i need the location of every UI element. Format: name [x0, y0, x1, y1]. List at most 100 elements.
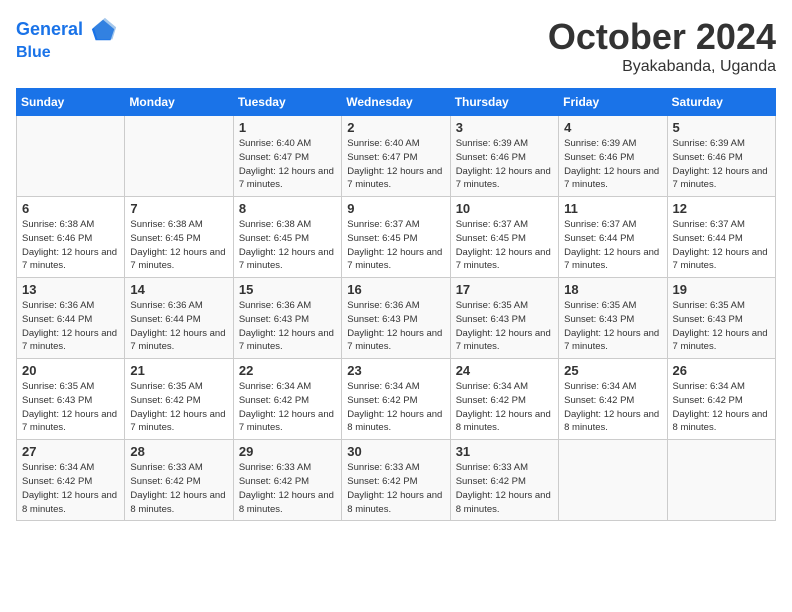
day-info: Sunrise: 6:40 AM Sunset: 6:47 PM Dayligh…: [239, 137, 336, 192]
day-info: Sunrise: 6:36 AM Sunset: 6:44 PM Dayligh…: [130, 299, 227, 354]
calendar-cell: 21 Sunrise: 6:35 AM Sunset: 6:42 PM Dayli…: [125, 359, 233, 440]
day-number: 14: [130, 282, 227, 297]
day-number: 15: [239, 282, 336, 297]
day-number: 28: [130, 444, 227, 459]
day-number: 11: [564, 201, 661, 216]
calendar-cell: 27 Sunrise: 6:34 AM Sunset: 6:42 PM Dayli…: [17, 440, 125, 521]
day-info: Sunrise: 6:35 AM Sunset: 6:43 PM Dayligh…: [456, 299, 553, 354]
day-number: 17: [456, 282, 553, 297]
day-number: 31: [456, 444, 553, 459]
day-number: 8: [239, 201, 336, 216]
day-number: 25: [564, 363, 661, 378]
calendar-cell: 3Sunrise: 6:39 AM Sunset: 6:46 PM Daylig…: [450, 116, 558, 197]
day-number: 21: [130, 363, 227, 378]
day-info: Sunrise: 6:37 AM Sunset: 6:44 PM Dayligh…: [673, 218, 770, 273]
calendar-cell: 23 Sunrise: 6:34 AM Sunset: 6:42 PM Dayli…: [342, 359, 450, 440]
day-info: Sunrise: 6:38 AM Sunset: 6:46 PM Dayligh…: [22, 218, 119, 273]
day-info: Sunrise: 6:33 AM Sunset: 6:42 PM Dayligh…: [130, 461, 227, 516]
location: Byakabanda, Uganda: [548, 58, 776, 76]
calendar-cell: 24 Sunrise: 6:34 AM Sunset: 6:42 PM Dayli…: [450, 359, 558, 440]
day-info: Sunrise: 6:33 AM Sunset: 6:42 PM Dayligh…: [239, 461, 336, 516]
day-number: 1: [239, 120, 336, 135]
calendar-cell: 5Sunrise: 6:39 AM Sunset: 6:46 PM Daylig…: [667, 116, 775, 197]
day-number: 4: [564, 120, 661, 135]
day-info: Sunrise: 6:39 AM Sunset: 6:46 PM Dayligh…: [673, 137, 770, 192]
col-header-wednesday: Wednesday: [342, 89, 450, 116]
col-header-saturday: Saturday: [667, 89, 775, 116]
day-info: Sunrise: 6:37 AM Sunset: 6:44 PM Dayligh…: [564, 218, 661, 273]
calendar-cell: 25 Sunrise: 6:34 AM Sunset: 6:42 PM Dayli…: [559, 359, 667, 440]
calendar-cell: 9Sunrise: 6:37 AM Sunset: 6:45 PM Daylig…: [342, 197, 450, 278]
col-header-sunday: Sunday: [17, 89, 125, 116]
calendar-cell: 10Sunrise: 6:37 AM Sunset: 6:45 PM Dayli…: [450, 197, 558, 278]
day-info: Sunrise: 6:39 AM Sunset: 6:46 PM Dayligh…: [456, 137, 553, 192]
calendar-cell: 12 Sunrise: 6:37 AM Sunset: 6:44 PM Dayli…: [667, 197, 775, 278]
title-block: October 2024 Byakabanda, Uganda: [548, 16, 776, 76]
calendar-cell: 18 Sunrise: 6:35 AM Sunset: 6:43 PM Dayli…: [559, 278, 667, 359]
logo-text2: Blue: [16, 44, 118, 62]
calendar-cell: 30Sunrise: 6:33 AM Sunset: 6:42 PM Dayli…: [342, 440, 450, 521]
col-header-tuesday: Tuesday: [233, 89, 341, 116]
week-row-1: 1 Sunrise: 6:40 AM Sunset: 6:47 PM Daylig…: [17, 116, 776, 197]
calendar-cell: 17 Sunrise: 6:35 AM Sunset: 6:43 PM Dayli…: [450, 278, 558, 359]
calendar-cell: 13Sunrise: 6:36 AM Sunset: 6:44 PM Dayli…: [17, 278, 125, 359]
calendar-cell: 7 Sunrise: 6:38 AM Sunset: 6:45 PM Daylig…: [125, 197, 233, 278]
day-info: Sunrise: 6:34 AM Sunset: 6:42 PM Dayligh…: [564, 380, 661, 435]
day-number: 2: [347, 120, 444, 135]
logo-text: General: [16, 16, 118, 44]
col-header-monday: Monday: [125, 89, 233, 116]
calendar-cell: 29 Sunrise: 6:33 AM Sunset: 6:42 PM Dayli…: [233, 440, 341, 521]
week-row-5: 27 Sunrise: 6:34 AM Sunset: 6:42 PM Dayli…: [17, 440, 776, 521]
day-info: Sunrise: 6:36 AM Sunset: 6:43 PM Dayligh…: [239, 299, 336, 354]
day-number: 27: [22, 444, 119, 459]
day-info: Sunrise: 6:37 AM Sunset: 6:45 PM Dayligh…: [456, 218, 553, 273]
calendar-cell: 15 Sunrise: 6:36 AM Sunset: 6:43 PM Dayli…: [233, 278, 341, 359]
col-header-thursday: Thursday: [450, 89, 558, 116]
calendar-cell: 2 Sunrise: 6:40 AM Sunset: 6:47 PM Daylig…: [342, 116, 450, 197]
day-info: Sunrise: 6:33 AM Sunset: 6:42 PM Dayligh…: [347, 461, 444, 516]
day-number: 22: [239, 363, 336, 378]
day-number: 19: [673, 282, 770, 297]
calendar-table: SundayMondayTuesdayWednesdayThursdayFrid…: [16, 88, 776, 521]
calendar-cell: 31Sunrise: 6:33 AM Sunset: 6:42 PM Dayli…: [450, 440, 558, 521]
day-info: Sunrise: 6:38 AM Sunset: 6:45 PM Dayligh…: [239, 218, 336, 273]
day-info: Sunrise: 6:34 AM Sunset: 6:42 PM Dayligh…: [347, 380, 444, 435]
day-info: Sunrise: 6:35 AM Sunset: 6:43 PM Dayligh…: [564, 299, 661, 354]
calendar-cell: 14 Sunrise: 6:36 AM Sunset: 6:44 PM Dayli…: [125, 278, 233, 359]
calendar-body: 1 Sunrise: 6:40 AM Sunset: 6:47 PM Daylig…: [17, 116, 776, 521]
calendar-cell: [667, 440, 775, 521]
col-header-friday: Friday: [559, 89, 667, 116]
day-number: 12: [673, 201, 770, 216]
day-info: Sunrise: 6:34 AM Sunset: 6:42 PM Dayligh…: [239, 380, 336, 435]
day-number: 24: [456, 363, 553, 378]
day-info: Sunrise: 6:34 AM Sunset: 6:42 PM Dayligh…: [22, 461, 119, 516]
day-info: Sunrise: 6:35 AM Sunset: 6:43 PM Dayligh…: [673, 299, 770, 354]
calendar-cell: 26Sunrise: 6:34 AM Sunset: 6:42 PM Dayli…: [667, 359, 775, 440]
day-number: 18: [564, 282, 661, 297]
page-header: General Blue October 2024 Byakabanda, Ug…: [16, 16, 776, 76]
day-info: Sunrise: 6:36 AM Sunset: 6:44 PM Dayligh…: [22, 299, 119, 354]
day-info: Sunrise: 6:39 AM Sunset: 6:46 PM Dayligh…: [564, 137, 661, 192]
day-number: 7: [130, 201, 227, 216]
day-number: 9: [347, 201, 444, 216]
calendar-cell: [17, 116, 125, 197]
day-info: Sunrise: 6:35 AM Sunset: 6:43 PM Dayligh…: [22, 380, 119, 435]
calendar-cell: 8 Sunrise: 6:38 AM Sunset: 6:45 PM Daylig…: [233, 197, 341, 278]
logo: General Blue: [16, 16, 118, 62]
day-number: 16: [347, 282, 444, 297]
calendar-cell: 11 Sunrise: 6:37 AM Sunset: 6:44 PM Dayli…: [559, 197, 667, 278]
day-number: 29: [239, 444, 336, 459]
day-info: Sunrise: 6:40 AM Sunset: 6:47 PM Dayligh…: [347, 137, 444, 192]
week-row-4: 20 Sunrise: 6:35 AM Sunset: 6:43 PM Dayli…: [17, 359, 776, 440]
day-number: 26: [673, 363, 770, 378]
day-info: Sunrise: 6:36 AM Sunset: 6:43 PM Dayligh…: [347, 299, 444, 354]
calendar-cell: 1 Sunrise: 6:40 AM Sunset: 6:47 PM Daylig…: [233, 116, 341, 197]
week-row-3: 13Sunrise: 6:36 AM Sunset: 6:44 PM Dayli…: [17, 278, 776, 359]
calendar-cell: 16 Sunrise: 6:36 AM Sunset: 6:43 PM Dayli…: [342, 278, 450, 359]
calendar-cell: 4 Sunrise: 6:39 AM Sunset: 6:46 PM Daylig…: [559, 116, 667, 197]
day-number: 20: [22, 363, 119, 378]
day-info: Sunrise: 6:38 AM Sunset: 6:45 PM Dayligh…: [130, 218, 227, 273]
day-number: 23: [347, 363, 444, 378]
day-info: Sunrise: 6:35 AM Sunset: 6:42 PM Dayligh…: [130, 380, 227, 435]
day-info: Sunrise: 6:34 AM Sunset: 6:42 PM Dayligh…: [456, 380, 553, 435]
